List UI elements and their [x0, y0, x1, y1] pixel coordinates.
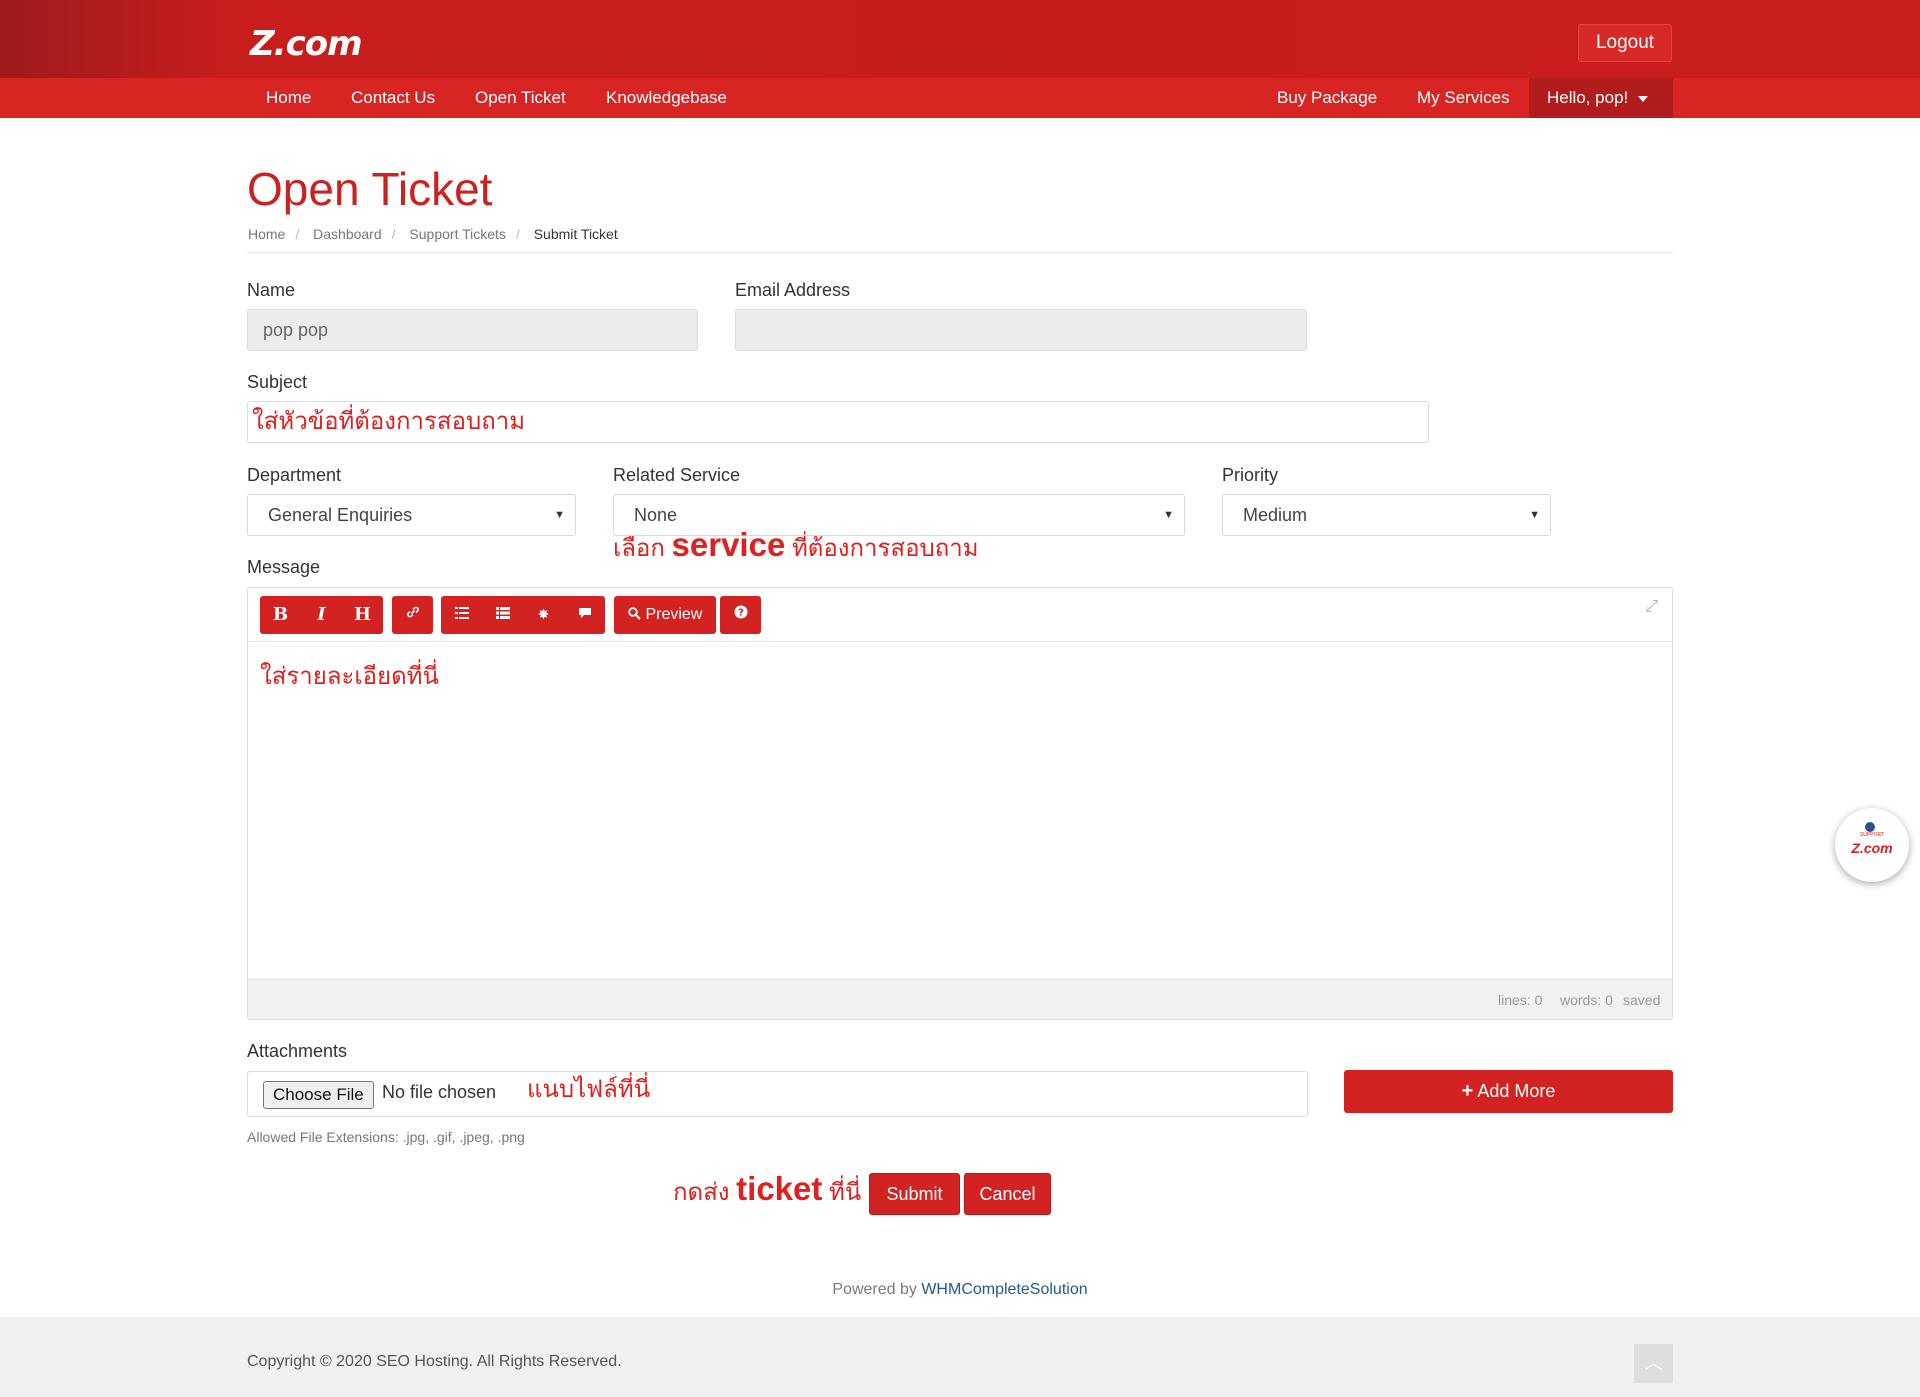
- annotation-bold: service: [671, 526, 786, 563]
- link-group: [392, 596, 433, 634]
- priority-select[interactable]: Medium ▼: [1222, 494, 1551, 536]
- heading-button[interactable]: H: [342, 596, 383, 634]
- words-count: words: 0: [1560, 992, 1613, 1008]
- format-group: B I H: [260, 596, 383, 634]
- subject-field[interactable]: ใส่หัวข้อที่ต้องการสอบถาม: [247, 401, 1429, 443]
- message-label: Message: [247, 557, 321, 577]
- cancel-button[interactable]: Cancel: [964, 1173, 1051, 1215]
- support-person-icon: [1865, 822, 1875, 832]
- nav-open-ticket[interactable]: Open Ticket: [475, 78, 566, 118]
- attach-annotation: แนบไฟล์ที่นี่: [527, 1076, 651, 1103]
- annotation-text: กดส่ง: [673, 1179, 730, 1206]
- back-to-top-button[interactable]: ︿: [1634, 1344, 1673, 1383]
- expand-icon[interactable]: ⤢: [1645, 598, 1658, 616]
- unordered-list-icon[interactable]: [441, 596, 482, 634]
- help-icon[interactable]: ?: [720, 596, 761, 634]
- no-file-chosen: No file chosen: [382, 1082, 497, 1102]
- plus-icon: +: [1461, 1080, 1474, 1102]
- related-service-value: None: [634, 505, 678, 525]
- nav-contact-us[interactable]: Contact Us: [351, 78, 435, 118]
- allowed-extensions: Allowed File Extensions: .jpg, .gif, .jp…: [247, 1129, 525, 1145]
- whmcs-link[interactable]: WHMCompleteSolution: [921, 1281, 1087, 1298]
- copyright: Copyright © 2020 SEO Hosting. All Rights…: [247, 1353, 622, 1370]
- quote-icon[interactable]: [564, 596, 605, 634]
- submit-annotation: กดส่ง ticket ที่นี่: [673, 1170, 861, 1211]
- annotation-text: ที่นี่: [829, 1179, 862, 1206]
- annotation-text: ที่ต้องการสอบถาม: [791, 535, 979, 562]
- email-label: Email Address: [735, 280, 851, 300]
- nav-my-services[interactable]: My Services: [1417, 78, 1510, 118]
- service-annotation: เลือก service ที่ต้องการสอบถาม: [613, 526, 979, 567]
- chevron-up-icon: ︿: [1644, 1353, 1663, 1373]
- related-service-label: Related Service: [613, 465, 741, 485]
- name-field[interactable]: pop pop: [247, 309, 698, 351]
- user-menu[interactable]: Hello, pop!: [1529, 78, 1673, 118]
- list-group: ✸: [441, 596, 605, 634]
- divider: [247, 252, 1673, 253]
- preview-button[interactable]: Preview: [614, 596, 716, 634]
- user-menu-label: Hello, pop!: [1547, 88, 1629, 107]
- support-small-label: SUPPORT: [1859, 832, 1885, 838]
- caret-down-icon: ▼: [1163, 509, 1174, 521]
- choose-file-button[interactable]: Choose File: [263, 1081, 374, 1109]
- add-more-button[interactable]: + Add More: [1344, 1070, 1673, 1113]
- caret-down-icon: [1638, 95, 1649, 102]
- nav-home[interactable]: Home: [266, 78, 311, 118]
- department-select[interactable]: General Enquiries ▼: [247, 494, 576, 536]
- support-logo: Z.com: [1851, 840, 1893, 856]
- zcom-logo[interactable]: Z.com: [250, 24, 363, 64]
- breadcrumb: Home / Dashboard / Support Tickets / Submit…: [248, 226, 618, 242]
- preview-group: Preview: [614, 596, 717, 634]
- page-title: Open Ticket: [247, 163, 493, 215]
- main-nav: Home Contact Us Open Ticket Knowledgebas…: [0, 78, 1920, 118]
- annotation-bold: ticket: [736, 1170, 823, 1207]
- support-chat-widget[interactable]: SUPPORT Z.com: [1835, 808, 1909, 882]
- ordered-list-icon[interactable]: [482, 596, 523, 634]
- search-icon: [628, 607, 641, 620]
- department-label: Department: [247, 465, 342, 485]
- editor-statusbar: lines: 0 words: 0 saved: [248, 979, 1672, 1019]
- editor-toolbar: B I H ✸ Preview ? ⤢: [248, 588, 1672, 642]
- priority-value: Medium: [1243, 505, 1308, 525]
- email-field[interactable]: [735, 309, 1307, 351]
- svg-text:?: ?: [738, 608, 744, 619]
- nav-buy-package[interactable]: Buy Package: [1277, 78, 1377, 118]
- breadcrumb-support-tickets[interactable]: Support Tickets: [409, 226, 506, 242]
- caret-down-icon: ▼: [1529, 509, 1540, 521]
- attachments-label: Attachments: [247, 1041, 348, 1061]
- bold-button[interactable]: B: [260, 596, 301, 634]
- file-input: Choose File No file chosen แนบไฟล์ที่นี่: [247, 1071, 1308, 1117]
- link-icon[interactable]: [392, 596, 433, 634]
- footer: Copyright © 2020 SEO Hosting. All Rights…: [0, 1317, 1920, 1397]
- message-textarea[interactable]: ใส่รายละเอียดที่นี่: [260, 656, 439, 695]
- italic-button[interactable]: I: [301, 596, 342, 634]
- logout-button[interactable]: Logout: [1578, 24, 1672, 62]
- image-icon[interactable]: ✸: [523, 596, 564, 634]
- subject-label: Subject: [247, 372, 308, 392]
- priority-label: Priority: [1222, 465, 1279, 485]
- powered-by: Powered by WHMCompleteSolution: [0, 1281, 1920, 1299]
- department-value: General Enquiries: [268, 505, 413, 525]
- nav-knowledgebase[interactable]: Knowledgebase: [606, 78, 727, 118]
- markdown-editor: B I H ✸ Preview ? ⤢ ใส่รายละเอียดที่นี่ …: [247, 587, 1673, 1020]
- top-bar: Z.com Logout: [0, 0, 1920, 78]
- powered-prefix: Powered by: [832, 1281, 917, 1298]
- preview-label: Preview: [645, 606, 703, 623]
- submit-button[interactable]: Submit: [869, 1173, 960, 1215]
- breadcrumb-dashboard[interactable]: Dashboard: [313, 226, 382, 242]
- saved-status: saved: [1623, 992, 1661, 1008]
- lines-count: lines: 0: [1498, 992, 1543, 1008]
- add-more-label: Add More: [1477, 1081, 1556, 1101]
- breadcrumb-submit-ticket: Submit Ticket: [533, 226, 618, 242]
- caret-down-icon: ▼: [554, 509, 565, 521]
- annotation-text: เลือก: [613, 535, 665, 562]
- breadcrumb-home[interactable]: Home: [248, 226, 285, 242]
- name-label: Name: [247, 280, 296, 300]
- help-group: ?: [720, 596, 761, 634]
